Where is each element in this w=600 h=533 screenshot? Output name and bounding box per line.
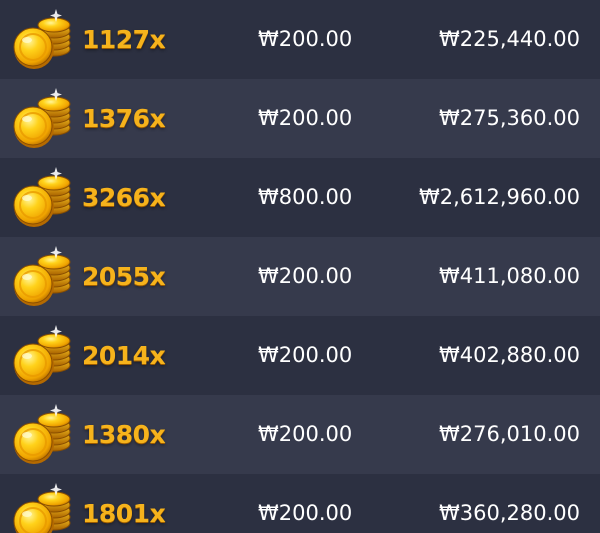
gold-coins-icon bbox=[12, 323, 74, 387]
multiplier-label: 1376x bbox=[82, 104, 166, 133]
gold-coins-icon bbox=[12, 402, 74, 466]
list-item: 1127x ₩200.00 ₩225,440.00 bbox=[0, 0, 600, 79]
multiplier-label: 1127x bbox=[82, 25, 166, 54]
multiplier-label: 3266x bbox=[82, 183, 166, 212]
win-amount: ₩2,612,960.00 bbox=[418, 185, 580, 209]
bet-amount: ₩200.00 bbox=[258, 501, 353, 525]
bet-amount: ₩200.00 bbox=[258, 27, 353, 51]
win-amount: ₩402,880.00 bbox=[438, 343, 580, 367]
bet-amount: ₩800.00 bbox=[258, 185, 353, 209]
win-amount: ₩360,280.00 bbox=[438, 501, 580, 525]
list-item: 3266x ₩800.00 ₩2,612,960.00 bbox=[0, 158, 600, 237]
list-item: 2055x ₩200.00 ₩411,080.00 bbox=[0, 237, 600, 316]
list-item: 1376x ₩200.00 ₩275,360.00 bbox=[0, 79, 600, 158]
win-amount: ₩275,360.00 bbox=[438, 106, 580, 130]
bet-amount: ₩200.00 bbox=[258, 264, 353, 288]
gold-coins-icon bbox=[12, 244, 74, 308]
list-item: 1380x ₩200.00 ₩276,010.00 bbox=[0, 395, 600, 474]
gold-coins-icon bbox=[12, 7, 74, 71]
list-item: 1801x ₩200.00 ₩360,280.00 bbox=[0, 474, 600, 533]
multiplier-label: 2055x bbox=[82, 262, 166, 291]
win-amount: ₩411,080.00 bbox=[438, 264, 580, 288]
bet-amount: ₩200.00 bbox=[258, 343, 353, 367]
list-item: 2014x ₩200.00 ₩402,880.00 bbox=[0, 316, 600, 395]
winners-list: 1127x ₩200.00 ₩225,440.00 1376x ₩200.00 … bbox=[0, 0, 600, 533]
multiplier-label: 1801x bbox=[82, 499, 166, 528]
multiplier-label: 1380x bbox=[82, 420, 166, 449]
bet-amount: ₩200.00 bbox=[258, 422, 353, 446]
multiplier-label: 2014x bbox=[82, 341, 166, 370]
gold-coins-icon bbox=[12, 481, 74, 533]
win-amount: ₩225,440.00 bbox=[438, 27, 580, 51]
bet-amount: ₩200.00 bbox=[258, 106, 353, 130]
win-amount: ₩276,010.00 bbox=[438, 422, 580, 446]
gold-coins-icon bbox=[12, 165, 74, 229]
gold-coins-icon bbox=[12, 86, 74, 150]
